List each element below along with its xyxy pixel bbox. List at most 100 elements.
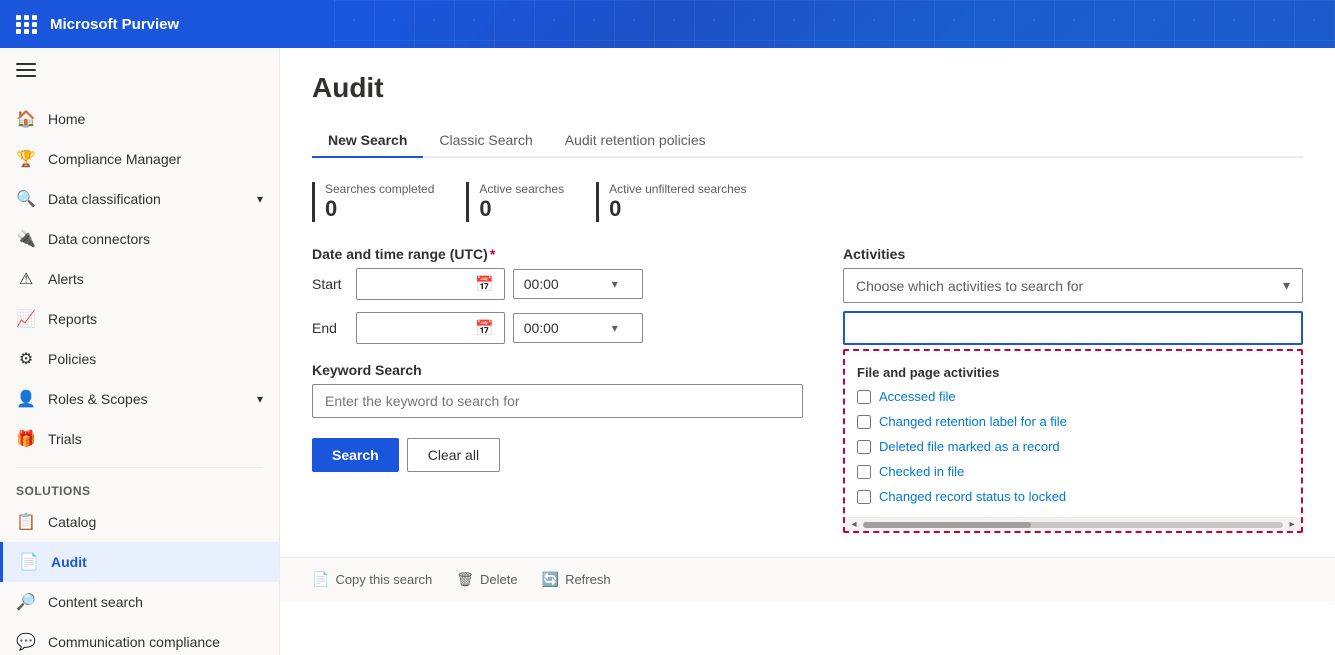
scroll-right-arrow[interactable]: ▸ — [1285, 518, 1299, 532]
sidebar-item-home[interactable]: 🏠 Home — [0, 99, 279, 139]
tab-audit-retention[interactable]: Audit retention policies — [549, 124, 722, 158]
form-section: Date and time range (UTC)* Start Mar 09 … — [312, 246, 1303, 533]
start-date-field[interactable]: Mar 09 2023 — [367, 276, 467, 292]
tab-classic-search[interactable]: Classic Search — [423, 124, 548, 158]
sidebar-item-reports[interactable]: 📈 Reports — [0, 299, 279, 339]
activities-dropdown[interactable]: Choose which activities to search for ▾ — [843, 268, 1303, 303]
sidebar-item-alerts-label: Alerts — [48, 271, 84, 287]
alerts-icon: ⚠ — [16, 269, 36, 289]
stat-active-unfiltered-value: 0 — [609, 196, 746, 222]
start-date-row: Start Mar 09 2023 📅 00:00 01:00 ▾ — [312, 268, 803, 300]
start-time-select[interactable]: 00:00 01:00 ▾ — [513, 269, 643, 299]
content-search-icon: 🔎 — [16, 592, 36, 612]
activity-label-4[interactable]: Changed record status to locked — [879, 489, 1066, 504]
sidebar-item-classification-label: Data classification — [48, 191, 161, 207]
delete-action[interactable]: 🗑 Delete — [456, 571, 517, 588]
activity-label-3[interactable]: Checked in file — [879, 464, 964, 479]
activities-label: Activities — [843, 246, 1303, 262]
scrollbar-track — [863, 522, 1283, 528]
activity-label-0[interactable]: Accessed file — [879, 389, 956, 404]
start-date-input[interactable]: Mar 09 2023 📅 — [356, 268, 505, 300]
app-title: Microsoft Purview — [50, 16, 179, 33]
chevron-down-icon-end-time: ▾ — [612, 321, 618, 335]
main-content-area: Audit New Search Classic Search Audit re… — [280, 48, 1335, 655]
end-date-input[interactable]: Mar 10 2023 📅 — [356, 312, 505, 344]
stat-active-unfiltered: Active unfiltered searches 0 — [596, 182, 746, 222]
sidebar-item-content-search-label: Content search — [48, 594, 143, 610]
activity-checkbox-2[interactable] — [857, 440, 871, 454]
sidebar-item-compliance-label: Compliance Manager — [48, 151, 181, 167]
hamburger-button[interactable] — [0, 48, 279, 95]
clear-button[interactable]: Clear all — [407, 438, 500, 472]
stat-active-searches: Active searches 0 — [466, 182, 564, 222]
sidebar-item-roles-scopes[interactable]: 👤 Roles & Scopes ▾ — [0, 379, 279, 419]
scroll-left-arrow[interactable]: ◂ — [847, 518, 861, 532]
trials-icon: 🎁 — [16, 429, 36, 449]
calendar-icon-end: 📅 — [475, 319, 494, 337]
sidebar-item-alerts[interactable]: ⚠ Alerts — [0, 259, 279, 299]
activity-label-1[interactable]: Changed retention label for a file — [879, 414, 1067, 429]
audit-icon: 📄 — [19, 552, 39, 572]
keyword-search-label: Keyword Search — [312, 362, 803, 378]
activity-checkbox-0[interactable] — [857, 390, 871, 404]
sidebar-item-audit[interactable]: 📄 Audit — [0, 542, 279, 582]
sidebar-item-communication-compliance[interactable]: 💬 Communication compliance — [0, 622, 279, 655]
policies-icon: ⚙ — [16, 349, 36, 369]
date-range-label: Date and time range (UTC)* — [312, 246, 803, 262]
chevron-down-icon-roles: ▾ — [257, 392, 263, 406]
tab-new-search[interactable]: New Search — [312, 124, 423, 158]
communication-icon: 💬 — [16, 632, 36, 652]
roles-icon: 👤 — [16, 389, 36, 409]
sidebar-item-catalog-label: Catalog — [48, 514, 96, 530]
refresh-action[interactable]: 🔄 Refresh — [542, 571, 611, 588]
activity-changed-record-locked[interactable]: Changed record status to locked — [845, 484, 1301, 509]
bottom-bar: 📄 Copy this search 🗑 Delete 🔄 Refresh — [280, 557, 1335, 601]
start-time-dropdown[interactable]: 00:00 01:00 — [524, 276, 604, 292]
form-left: Date and time range (UTC)* Start Mar 09 … — [312, 246, 803, 472]
sidebar-item-home-label: Home — [48, 111, 85, 127]
activities-list-container: File and page activities Accessed file C… — [843, 349, 1303, 533]
sidebar-item-data-classification[interactable]: 🔍 Data classification ▾ — [0, 179, 279, 219]
date-range-field: Date and time range (UTC)* Start Mar 09 … — [312, 246, 803, 344]
stat-active-searches-label: Active searches — [479, 182, 564, 196]
sidebar-item-trials[interactable]: 🎁 Trials — [0, 419, 279, 459]
sidebar-item-content-search[interactable]: 🔎 Content search — [0, 582, 279, 622]
activity-checkbox-1[interactable] — [857, 415, 871, 429]
refresh-label: Refresh — [565, 572, 611, 587]
sidebar-item-compliance-manager[interactable]: 🏆 Compliance Manager — [0, 139, 279, 179]
sidebar-item-data-connectors[interactable]: 🔌 Data connectors — [0, 219, 279, 259]
end-time-dropdown[interactable]: 00:00 01:00 — [524, 320, 604, 336]
activity-checkbox-3[interactable] — [857, 465, 871, 479]
sidebar-item-connectors-label: Data connectors — [48, 231, 150, 247]
sidebar-item-catalog[interactable]: 📋 Catalog — [0, 502, 279, 542]
keyword-input[interactable] — [312, 384, 803, 418]
tabs: New Search Classic Search Audit retentio… — [312, 124, 1303, 158]
end-date-field[interactable]: Mar 10 2023 — [367, 320, 467, 336]
sidebar-nav: 🏠 Home 🏆 Compliance Manager 🔍 Data class… — [0, 95, 279, 655]
stat-searches-completed: Searches completed 0 — [312, 182, 434, 222]
search-button[interactable]: Search — [312, 438, 399, 472]
sidebar-item-reports-label: Reports — [48, 311, 97, 327]
calendar-icon-start: 📅 — [475, 275, 494, 293]
start-label: Start — [312, 276, 348, 292]
sidebar-item-roles-label: Roles & Scopes — [48, 391, 148, 407]
end-time-select[interactable]: 00:00 01:00 ▾ — [513, 313, 643, 343]
activity-changed-retention-label[interactable]: Changed retention label for a file — [845, 409, 1301, 434]
activity-accessed-file[interactable]: Accessed file — [845, 384, 1301, 409]
chevron-down-icon-activities: ▾ — [1283, 277, 1290, 294]
activities-search-input[interactable] — [843, 311, 1303, 345]
keyword-search-field: Keyword Search — [312, 362, 803, 418]
copy-search-action[interactable]: 📄 Copy this search — [312, 571, 432, 588]
activity-checkbox-4[interactable] — [857, 490, 871, 504]
catalog-icon: 📋 — [16, 512, 36, 532]
horizontal-scrollbar[interactable]: ◂ ▸ — [845, 517, 1301, 531]
connectors-icon: 🔌 — [16, 229, 36, 249]
activity-label-2[interactable]: Deleted file marked as a record — [879, 439, 1060, 454]
reports-icon: 📈 — [16, 309, 36, 329]
required-marker: * — [490, 246, 495, 262]
sidebar-item-policies[interactable]: ⚙ Policies — [0, 339, 279, 379]
activity-checked-in-file[interactable]: Checked in file — [845, 459, 1301, 484]
activity-deleted-file-record[interactable]: Deleted file marked as a record — [845, 434, 1301, 459]
waffle-icon[interactable] — [16, 15, 38, 34]
nav-divider — [16, 467, 263, 468]
